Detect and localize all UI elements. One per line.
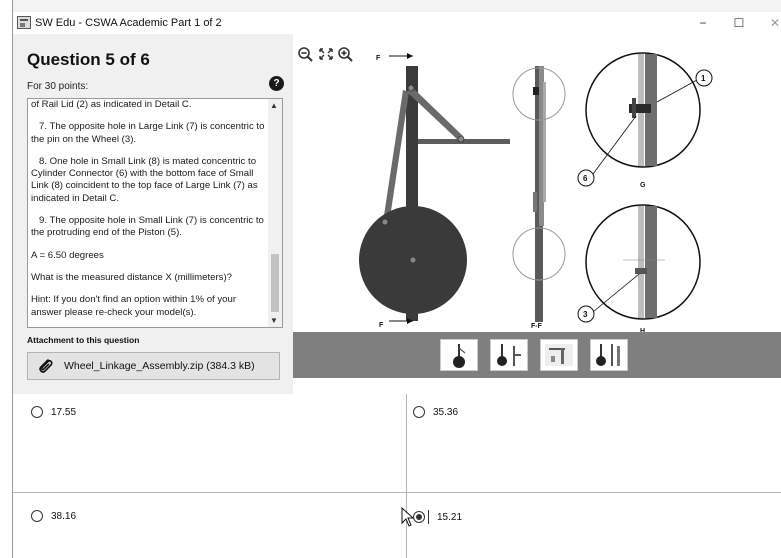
answer-option-b[interactable]: 35.36 [413,406,458,418]
question-panel: Question 5 of 6 For 30 points: ? of Rail… [13,34,293,394]
full-view-thumbnail-icon [596,344,620,366]
window-title: SW Edu - CSWA Academic Part 1 of 2 [35,17,222,29]
thumbnail-front-view[interactable] [440,339,478,371]
view-thumbnail-bar [293,332,781,378]
title-bar: SW Edu - CSWA Academic Part 1 of 2 − ☐ ✕ [13,12,781,34]
close-button[interactable]: ✕ [757,12,781,34]
answer-label: 17.55 [51,406,77,418]
minimize-button[interactable]: − [685,12,721,34]
text-scrollbar[interactable]: ▲ ▼ [268,99,282,327]
thumbnail-detail-view[interactable] [540,339,578,371]
detail-view-thumbnail-icon [545,344,573,366]
attachment-label: Attachment to this question [27,335,140,345]
background-window-edge [0,0,13,558]
thumbnail-full-view[interactable] [590,339,628,371]
answer-options: 17.55 35.36 38.16 15.21 [13,394,781,558]
focus-caret [428,510,429,524]
attachment-download-button[interactable]: Wheel_Linkage_Assembly.zip (384.3 kB) [27,352,280,380]
scroll-up-icon[interactable]: ▲ [270,101,278,110]
radio-button[interactable] [31,406,43,418]
app-icon [17,16,31,29]
horizontal-divider [13,492,781,493]
points-label: For 30 points: [27,81,89,92]
answer-label: 38.16 [51,510,77,522]
question-paragraph: 8. One hole in Small Link (8) is mated c… [31,155,261,204]
question-prompt: What is the measured distance X (millime… [31,271,233,283]
section-view-thumbnail-icon [497,344,521,366]
question-title: Question 5 of 6 [27,50,150,69]
question-paragraph: 7. The opposite hole in Large Link (7) i… [31,121,268,145]
thumbnail-section-view[interactable] [490,339,528,371]
question-paragraph: of Rail Lid (2) as indicated in Detail C… [31,99,192,110]
question-text-box[interactable]: of Rail Lid (2) as indicated in Detail C… [27,98,283,328]
balloon-3: 3 [583,310,588,319]
section-label-top: F [376,55,381,62]
balloon-1: 1 [701,74,706,83]
answer-option-c[interactable]: 38.16 [31,510,76,522]
balloon-6: 6 [583,174,588,183]
maximize-button[interactable]: ☐ [721,12,757,34]
attachment-filename: Wheel_Linkage_Assembly.zip (384.3 kB) [64,360,255,372]
background-strip [0,0,781,12]
section-label-bottom: F [379,322,384,329]
paperclip-icon [39,359,53,373]
scroll-down-icon[interactable]: ▼ [270,316,278,325]
question-text: of Rail Lid (2) as indicated in Detail C… [31,99,268,327]
answer-option-d[interactable]: 15.21 [413,510,462,524]
answer-label: 15.21 [437,511,463,523]
front-view-thumbnail-icon [453,344,466,368]
hint-text: Hint: If you don't find an option within… [31,294,237,318]
angle-value: A = 6.50 degrees [31,249,104,261]
scroll-thumb[interactable] [271,254,279,312]
mouse-pointer-icon [401,507,415,527]
vertical-divider [406,394,407,558]
help-icon[interactable]: ? [269,76,284,91]
radio-button[interactable] [31,510,43,522]
drawing-viewer[interactable]: F F F-F 1 6 G 3 H [293,42,781,332]
exam-window: SW Edu - CSWA Academic Part 1 of 2 − ☐ ✕… [13,12,781,558]
radio-button[interactable] [413,406,425,418]
section-view-label: F-F [531,323,543,330]
detail-g-label: G [640,182,646,189]
answer-label: 35.36 [433,406,459,418]
assembly-drawing: F F F-F 1 6 G 3 H [359,52,713,332]
answer-option-a[interactable]: 17.55 [31,406,76,418]
question-paragraph: 9. The opposite hole in Small Link (7) i… [31,215,267,239]
